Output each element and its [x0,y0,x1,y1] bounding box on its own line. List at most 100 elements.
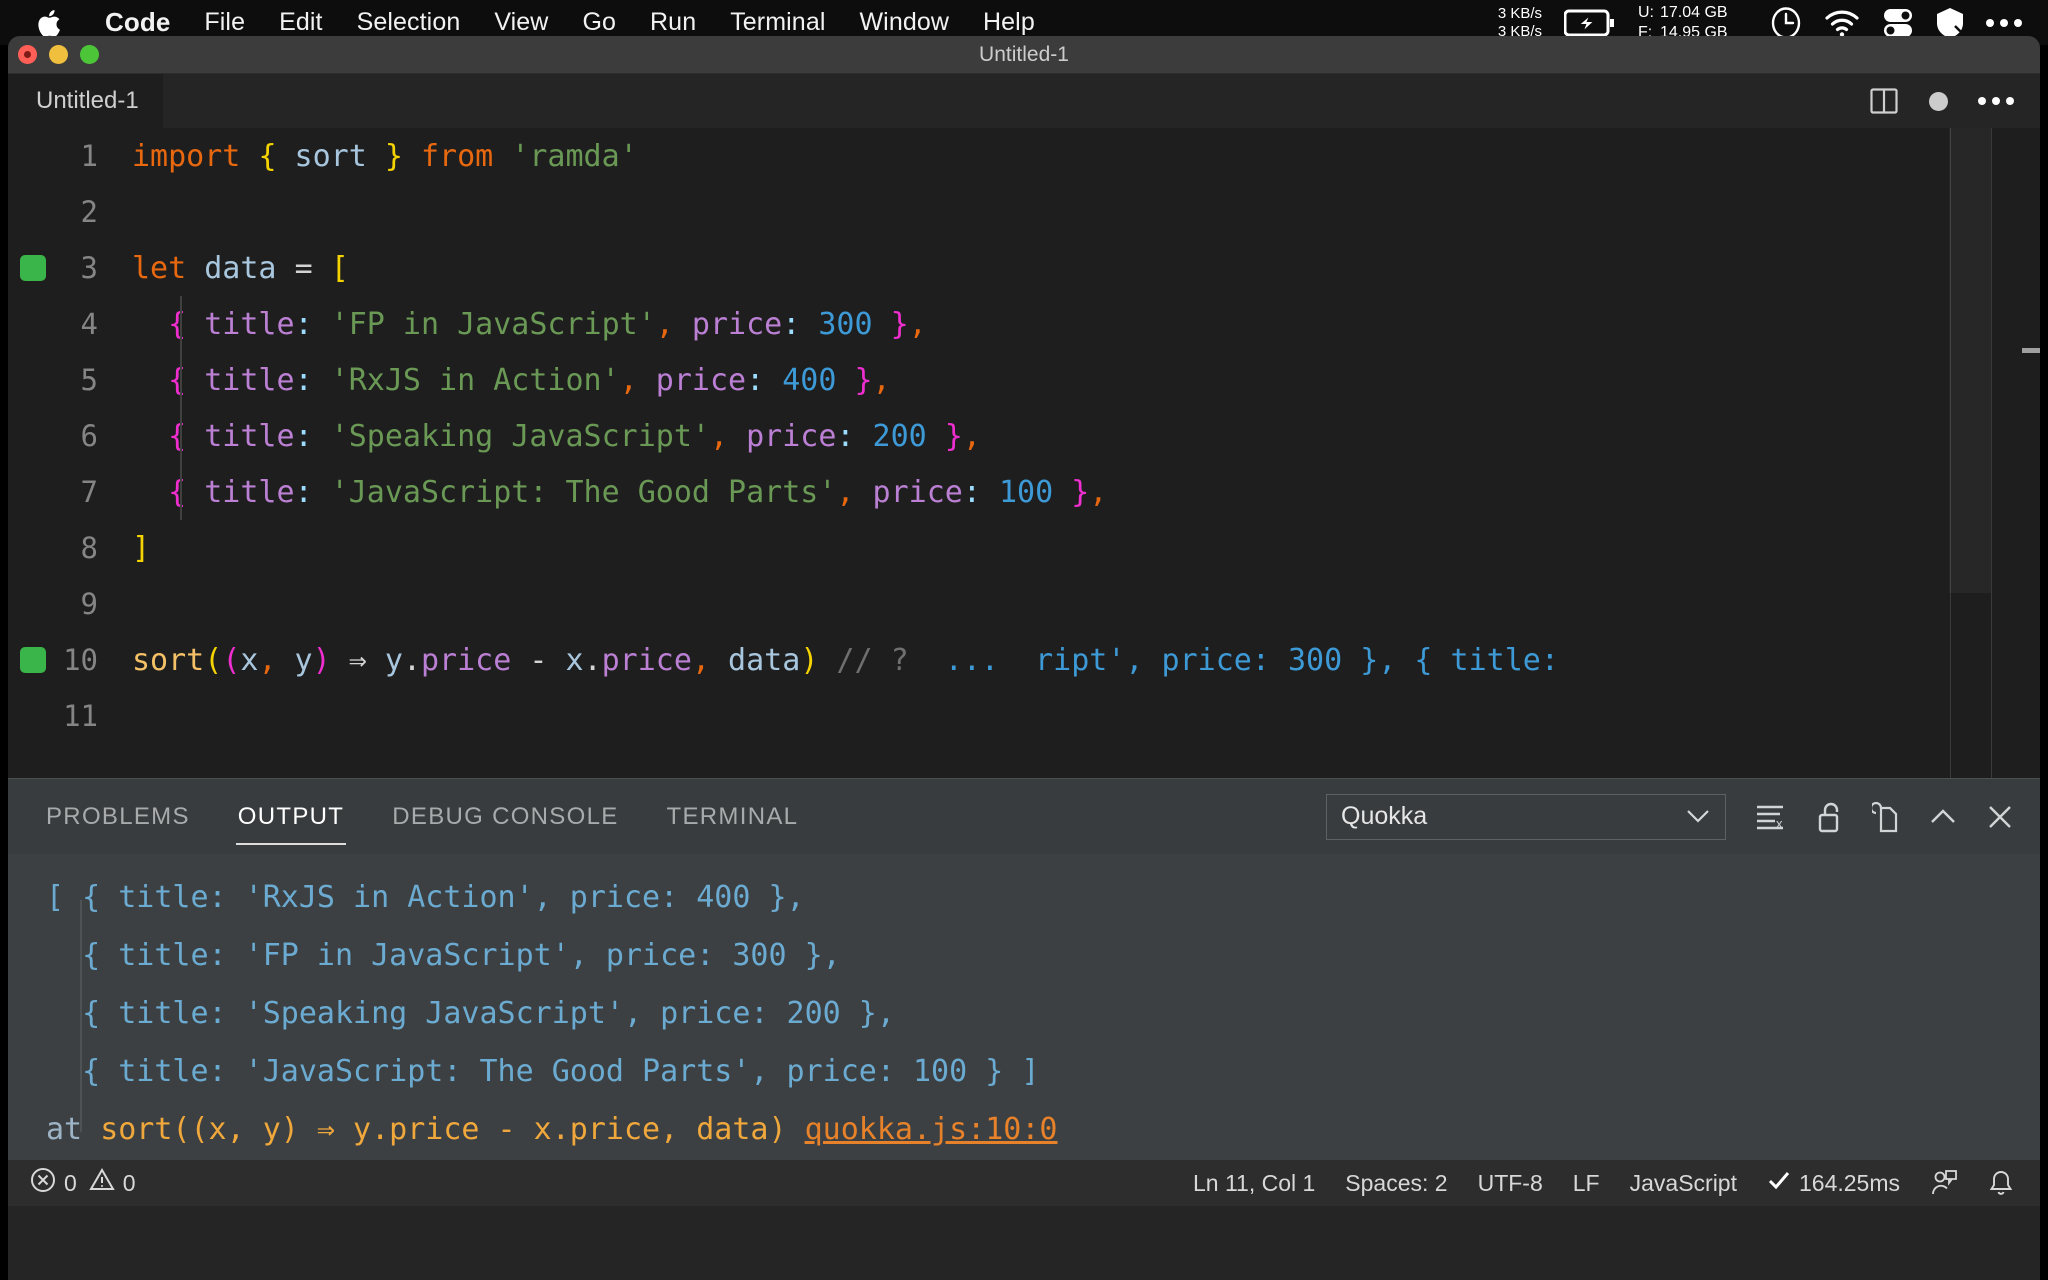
menu-item-code[interactable]: Code [88,7,187,38]
token-comma: , [258,642,277,678]
token-comma: , [962,418,981,454]
editor-minimap[interactable] [1949,128,1992,778]
code-line-8: 8 ] [8,520,2040,576]
token-brace-open: { [168,418,187,454]
output-channel-value: Quokka [1341,802,1428,830]
panel-tab-output[interactable]: OUTPUT [235,797,347,845]
unsaved-dot-icon[interactable] [1929,91,1948,111]
more-actions-icon[interactable] [1978,97,2014,105]
battery-charging-icon[interactable] [1564,8,1616,38]
line-content: sort((x, y) ⇒ y.price - x.price, data) /… [132,643,1559,678]
editor-tabbar: Untitled-1 [8,74,2040,128]
line-content: { title: 'JavaScript: The Good Parts', p… [132,475,1107,510]
token-paren-open-inner: ( [222,642,241,678]
menu-item-file[interactable]: File [187,8,262,37]
token-data-identifier: data [186,250,295,286]
status-bar-right: Ln 11, Col 1 Spaces: 2 UTF-8 LF JavaScri… [1193,1169,2040,1197]
maximize-panel-icon[interactable] [1928,806,1958,828]
token-colon: : [836,418,855,454]
output-line: { title: 'FP in JavaScript', price: 300 … [46,937,841,973]
check-icon [1767,1169,1791,1197]
panel-tab-debug-console[interactable]: DEBUG CONSOLE [390,797,620,837]
split-editor-icon[interactable] [1869,86,1899,116]
token-brace-close: } [1053,474,1090,510]
panel-tab-terminal[interactable]: TERMINAL [665,797,801,837]
editor-vertical-scrollbar[interactable] [2022,348,2040,353]
code-editor[interactable]: 1 import { sort } from 'ramda' 2 3 let d… [8,128,2040,778]
token-let: let [132,250,187,286]
token-comma: , [908,306,927,342]
menu-item-terminal[interactable]: Terminal [713,8,842,37]
status-cursor-position[interactable]: Ln 11, Col 1 [1193,1170,1315,1197]
panel-tab-problems[interactable]: PROBLEMS [44,797,192,837]
apple-icon[interactable] [36,8,62,38]
code-line-1: 1 import { sort } from 'ramda' [8,128,2040,184]
line-number: 5 [80,363,98,397]
line-number: 9 [80,587,98,621]
token-price-key: price [728,418,837,454]
token-sort: sort [276,138,385,174]
menu-item-edit[interactable]: Edit [262,8,339,37]
menu-item-selection[interactable]: Selection [340,8,478,37]
code-line-2: 2 [8,184,2040,240]
minimap-slider[interactable] [1949,128,1991,593]
feedback-icon[interactable] [1930,1169,1958,1197]
token-paren-open: ( [204,642,223,678]
output-channel-select[interactable]: Quokka [1326,793,1726,840]
status-warnings[interactable]: 0 [89,1167,136,1199]
quokka-time-value: 164.25ms [1798,1169,1900,1196]
output-panel-body[interactable]: [ { title: 'RxJS in Action', price: 400 … [8,854,2040,1160]
status-indentation[interactable]: Spaces: 2 [1345,1170,1447,1197]
error-circle-icon [30,1167,56,1199]
panel-header: PROBLEMS OUTPUT DEBUG CONSOLE TERMINAL Q… [8,778,2040,854]
line-content: { title: 'FP in JavaScript', price: 300 … [132,307,927,342]
token-price-value: 300 [800,306,873,342]
token-colon: : [294,474,313,510]
token-comma: , [691,642,710,678]
open-in-editor-icon[interactable] [1872,800,1900,834]
lock-icon[interactable] [1816,800,1844,834]
status-language-mode[interactable]: JavaScript [1630,1170,1737,1197]
code-line-6: 6 { title: 'Speaking JavaScript', price:… [8,408,2040,464]
wifi-icon[interactable] [1824,9,1860,37]
status-bar-left: 0 0 [8,1167,136,1199]
close-button[interactable] [18,45,37,64]
ellipsis-icon[interactable] [1986,18,2022,27]
token-brace-open: { [168,474,187,510]
bell-icon[interactable] [1988,1169,2014,1197]
panel-actions: Quokka x [1326,793,2040,840]
shield-icon[interactable] [1936,7,1964,39]
clear-output-icon[interactable]: x [1754,801,1788,833]
close-panel-icon[interactable] [1986,803,2014,831]
trace-expression: sort((x, y) ⇒ y.price - x.price, data) [100,1111,805,1147]
indent-guide [180,352,182,408]
status-quokka-time[interactable]: 164.25ms [1767,1169,1900,1197]
token-brace-close: } [836,362,873,398]
menu-item-view[interactable]: View [477,8,565,37]
status-eol[interactable]: LF [1573,1170,1600,1197]
token-comma: , [1089,474,1108,510]
clock-icon[interactable] [1770,6,1802,39]
indent-guide [180,408,182,464]
token-brace-close: } [384,138,403,174]
maximize-button[interactable] [80,45,99,64]
toggle-switch-icon[interactable] [1882,7,1914,39]
minimize-button[interactable] [49,45,68,64]
editor-actions [1869,86,2040,116]
menu-item-window[interactable]: Window [842,8,966,37]
token-dot: . [583,642,602,678]
token-price-prop: price [601,642,692,678]
line-number: 6 [80,419,98,453]
trace-source-link[interactable]: quokka.js:10:0 [805,1112,1058,1147]
menu-item-help[interactable]: Help [966,8,1052,37]
status-errors[interactable]: 0 [30,1167,77,1199]
token-data-arg: data [710,642,801,678]
token-colon: : [782,306,801,342]
menu-item-go[interactable]: Go [565,8,633,37]
tab-label: Untitled-1 [36,87,139,114]
tab-untitled-1[interactable]: Untitled-1 [8,74,164,128]
token-equals: = [294,250,331,286]
bottom-panel: PROBLEMS OUTPUT DEBUG CONSOLE TERMINAL Q… [8,778,2040,1160]
status-encoding[interactable]: UTF-8 [1478,1170,1543,1197]
menu-item-run[interactable]: Run [633,8,713,37]
